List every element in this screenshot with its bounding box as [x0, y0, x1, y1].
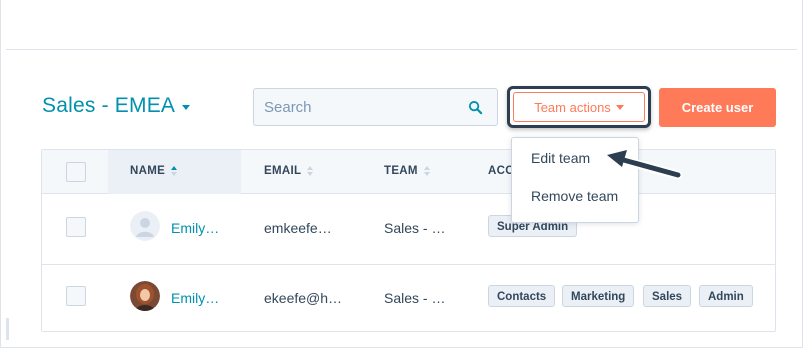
user-photo-icon	[130, 281, 160, 311]
caret-down-icon	[615, 105, 624, 110]
search-icon[interactable]	[468, 100, 483, 115]
scrollbar[interactable]	[6, 318, 9, 340]
create-user-button[interactable]: Create user	[659, 88, 776, 127]
search-field[interactable]	[253, 88, 498, 126]
column-header-name[interactable]: NAME	[130, 165, 178, 177]
column-header-email[interactable]: EMAIL	[264, 165, 314, 177]
user-email: ekeefe@h…	[264, 290, 343, 306]
column-header-label: TEAM	[384, 165, 418, 177]
sort-icon	[423, 166, 430, 176]
search-input[interactable]	[254, 97, 454, 117]
table-row: Emily… ekeefe@h… Sales - … Contacts Mark…	[42, 265, 775, 335]
access-badge: Marketing	[562, 285, 635, 307]
team-actions-highlight: Team actions	[507, 86, 651, 128]
select-all-checkbox[interactable]	[66, 162, 86, 182]
column-header-team[interactable]: TEAM	[384, 165, 430, 177]
sort-icon	[307, 166, 314, 176]
row-checkbox[interactable]	[66, 286, 86, 306]
user-team: Sales - …	[384, 220, 446, 236]
team-name: Sales - EMEA	[42, 94, 176, 117]
team-actions-label: Team actions	[534, 99, 611, 115]
team-switcher[interactable]: Sales - EMEA	[42, 94, 191, 118]
user-email: emkeefe…	[264, 220, 332, 236]
header-divider	[6, 49, 797, 50]
column-header-label: NAME	[130, 165, 166, 177]
access-badge: Admin	[699, 285, 753, 307]
chevron-down-icon	[182, 104, 191, 110]
avatar	[130, 211, 160, 241]
table-row: Emily… emkeefe… Sales - … Super Admin	[42, 195, 775, 265]
sort-icon	[171, 166, 178, 176]
menu-item-remove-team[interactable]: Remove team	[531, 188, 618, 204]
team-actions-button[interactable]: Team actions	[513, 92, 645, 122]
menu-item-edit-team[interactable]: Edit team	[531, 150, 590, 166]
annotation-arrow-icon	[604, 148, 683, 180]
column-header-label: EMAIL	[264, 165, 302, 177]
row-checkbox[interactable]	[66, 217, 86, 237]
user-name-link[interactable]: Emily…	[171, 220, 219, 236]
access-badge: Contacts	[488, 285, 556, 307]
access-badge: Sales	[643, 285, 692, 307]
column-header-access[interactable]: ACC	[488, 165, 514, 177]
user-name-link[interactable]: Emily…	[171, 290, 219, 306]
user-placeholder-icon	[130, 211, 160, 241]
column-header-label: ACC	[488, 165, 514, 177]
user-team: Sales - …	[384, 290, 446, 306]
avatar	[130, 281, 160, 311]
